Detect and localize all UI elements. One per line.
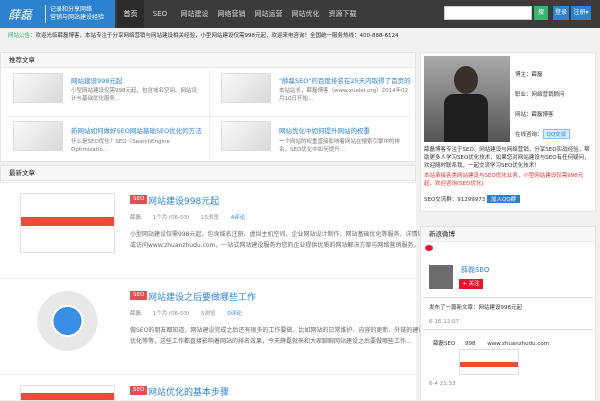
weibo-panel: 新浪微博 薛磊SEO + 关注 发布了一篇新文章：网站建设998元起 6-16 … <box>420 226 596 400</box>
latest-heading: 最新文章 <box>1 166 415 181</box>
profile-qq-row: 在线咨询： QQ交谈 <box>515 129 571 139</box>
post-item: SEO 网站建设998元起 薛磊 1个月 (06-03) 15浏览 4评论 小型… <box>0 182 459 278</box>
profile-site: 网站：薛磊博客 <box>515 112 554 118</box>
post-2-image[interactable] <box>25 291 110 351</box>
post-1-title[interactable]: 网站建设998元起 <box>148 194 219 207</box>
post-1-tag[interactable]: SEO <box>130 195 148 204</box>
weibo-heading: 新浪微博 <box>421 227 595 242</box>
featured-desc-2: 本站站长，薛磊博客（www.xuelei.org）2014年02月10日开始..… <box>279 88 409 102</box>
search-button[interactable]: 搜 <box>534 6 548 20</box>
post-1-views: 15浏览 <box>201 215 220 221</box>
weibo-time-2: 6-4 21:33 <box>429 381 456 387</box>
nav-item-home[interactable]: 首页 <box>117 0 144 28</box>
weibo-name[interactable]: 薛磊SEO <box>461 265 489 275</box>
post-1-image[interactable] <box>20 193 115 253</box>
featured-desc-4: 一个网站的权重直接影响着网站在搜索引擎中的排名，SEO优化中如何提升... <box>279 139 401 153</box>
weibo-divider <box>423 297 593 298</box>
post-2-meta: 薛磊 1个月 (06-03) 5浏览 0评论 <box>130 309 252 317</box>
post-item: SEO 网站优化的基本步骤 <box>0 374 416 401</box>
featured-vdivider <box>209 71 210 159</box>
notice-text: 欢迎光临薛磊博客，本站专注于分享网络营销与网站建设相关经验，小型网站建设仅需99… <box>35 33 399 39</box>
site-notice: 网站公告：欢迎光临薛磊博客，本站专注于分享网络营销与网站建设相关经验，小型网站建… <box>8 30 592 42</box>
tagline-line-1: 记录和分享网络 <box>50 6 93 13</box>
featured-articles-panel: 推荐文章 网站建设998元起 小型网站建设仅需998元起，包含域名空间、网站设计… <box>0 52 416 162</box>
post-2-title[interactable]: 网站建设之后要做哪些工作 <box>148 290 256 303</box>
weibo-post-1: 发布了一篇新文章：网站建设998元起 <box>429 305 522 311</box>
weibo-post-2-label: 薛磊SEO <box>433 341 456 347</box>
post-2-views: 5浏览 <box>201 311 216 317</box>
post-1-comments[interactable]: 4评论 <box>231 215 246 221</box>
profile-panel: 博主：薛磊 职业：网络营销顾问 网站：薛磊博客 在线咨询： QQ交谈 薛磊博客专注… <box>420 52 596 212</box>
post-3-title[interactable]: 网站优化的基本步骤 <box>148 385 229 398</box>
weibo-follow-button[interactable]: + 关注 <box>459 279 483 289</box>
qq-group-number: 91299973 <box>457 197 486 203</box>
nav-item-seo[interactable]: SEO <box>144 0 176 28</box>
featured-title-3[interactable]: 新网站如何做好SEO网站基础SEO优化的方法 <box>71 125 202 135</box>
avatar <box>454 66 478 94</box>
featured-title-2[interactable]: "薛磊SEO"的百度排名在25天内取得了首页的方法 <box>279 75 411 85</box>
featured-thumb-2[interactable] <box>221 73 271 103</box>
nav-item-optimization[interactable]: 网站优化 <box>287 0 324 28</box>
post-3-image[interactable] <box>20 385 115 401</box>
site-logo[interactable]: 薛磊 记录和分享网络 营销与网站建设经验 <box>0 0 115 28</box>
qq-group-label: SEO交流群： <box>424 197 458 203</box>
post-3-tag[interactable]: SEO <box>130 386 148 395</box>
avatar-body <box>444 94 488 142</box>
profile-name: 博主：薛磊 <box>515 72 543 78</box>
post-2-author[interactable]: 薛磊 <box>130 311 141 317</box>
register-dropdown-button[interactable]: 注册▾ <box>571 6 591 20</box>
post-2-date: 1个月 (06-03) <box>152 311 190 317</box>
post-2-excerpt: 做SEO的朋友都知道，网站建设完成之后还有很多的工作要做，比如网站的日常维护、内… <box>130 327 455 345</box>
weibo-post-2-url[interactable]: www.zhuanzhudu.com <box>487 341 549 347</box>
nav-item-web-build[interactable]: 网站建设 <box>176 0 213 28</box>
post-1-date: 1个月 (06-03) <box>152 215 190 221</box>
weibo-avatar[interactable] <box>429 265 453 289</box>
qq-chat-button[interactable]: QQ交谈 <box>542 129 571 139</box>
search-input[interactable] <box>444 6 532 20</box>
featured-desc-1: 小型网站建设仅需998元起，包含域名空间、网站设计与基础优化服务... <box>71 88 197 102</box>
qq-group-row: SEO交流群：91299973 加入QQ群 <box>424 195 521 203</box>
weibo-post-2-price: 998 <box>465 341 476 347</box>
featured-thumb-4[interactable] <box>221 121 271 151</box>
logo-text: 薛磊 <box>8 7 33 22</box>
post-1-author[interactable]: 薛磊 <box>130 215 141 221</box>
post-2-comments[interactable]: 0评论 <box>227 311 242 317</box>
featured-thumb-3[interactable] <box>13 121 63 151</box>
join-qq-group-button[interactable]: 加入QQ群 <box>487 195 521 203</box>
nav-item-downloads[interactable]: 资源下载 <box>324 0 361 28</box>
weibo-post-2-image[interactable] <box>459 349 519 375</box>
profile-photo <box>424 56 510 142</box>
weibo-divider <box>423 329 593 330</box>
logo-divider <box>45 5 46 23</box>
notice-label: 网站公告： <box>8 33 36 39</box>
profile-promo: 本站承接各类网站建设与SEO优化业务，小型网站建设仅需998元起，欢迎咨询(SE… <box>424 173 584 187</box>
profile-qq-label: 在线咨询： <box>515 132 543 138</box>
featured-heading: 推荐文章 <box>1 53 415 68</box>
nav-item-marketing[interactable]: 网络营销 <box>213 0 250 28</box>
featured-desc-3: 什么是SEO优化？SEO（SearchEngine Optimizatio... <box>71 139 170 153</box>
login-button[interactable]: 登录 <box>553 6 569 20</box>
weibo-post-2: 薛磊SEO 998 www.zhuanzhudu.com <box>433 339 549 347</box>
top-navigation-bar: 薛磊 记录和分享网络 营销与网站建设经验 首页 SEO 网站建设 网络营销 网站… <box>0 0 600 28</box>
featured-title-1[interactable]: 网站建设998元起 <box>71 75 122 85</box>
post-item: SEO 网站建设之后要做哪些工作 薛磊 1个月 (06-03) 5浏览 0评论 … <box>0 278 454 374</box>
logo-tagline: 记录和分享网络 营销与网站建设经验 <box>50 6 104 22</box>
tagline-line-2: 营销与网站建设经验 <box>50 14 105 21</box>
post-1-excerpt: 小型网站建设仅需998元起，包含域名注册、虚拟主机空间、企业网站设计制作、网站基… <box>130 231 460 249</box>
weibo-time-1: 6-16 12:07 <box>429 319 460 325</box>
post-1-meta: 薛磊 1个月 (06-03) 15浏览 4评论 <box>130 213 255 221</box>
weibo-icon <box>425 245 433 251</box>
featured-thumb-1[interactable] <box>13 73 63 103</box>
post-2-tag[interactable]: SEO <box>130 291 148 300</box>
profile-job: 职业：网络营销顾问 <box>515 92 565 98</box>
nav-item-operation[interactable]: 网站运营 <box>250 0 287 28</box>
profile-description: 薛磊博客专注于SEO、网站建设与网络营销，分享SEO实战经验，帮助更多人学习SE… <box>424 147 590 169</box>
featured-title-4[interactable]: 网站优化中如何提升网站的权重 <box>279 125 370 135</box>
